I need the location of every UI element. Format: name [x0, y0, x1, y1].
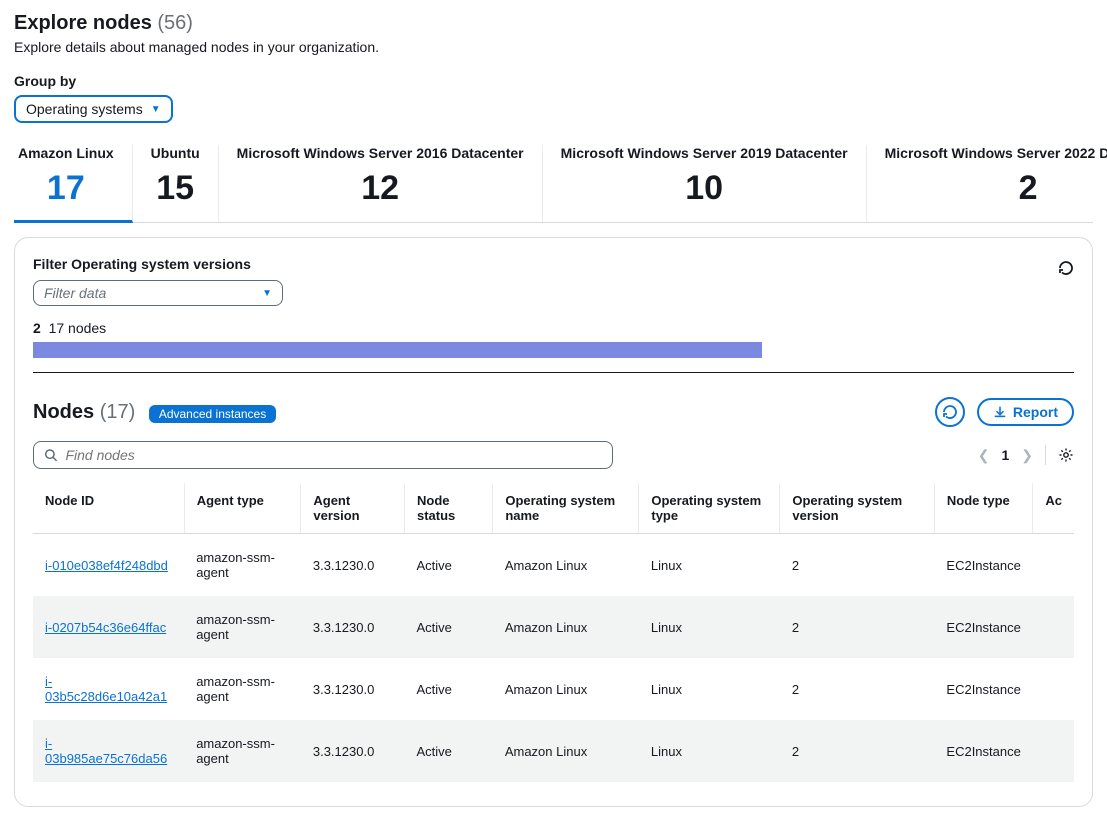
os-type: Linux: [639, 534, 780, 597]
tab-label: Microsoft Windows Server 2016 Datacenter: [237, 145, 524, 161]
os-name: Amazon Linux: [493, 658, 639, 720]
search-nodes-box[interactable]: [33, 441, 613, 469]
nodes-title: Nodes (17): [33, 401, 141, 423]
tab-value: 12: [237, 169, 524, 208]
title-count: (56): [157, 12, 193, 34]
node-type: EC2Instance: [934, 534, 1032, 597]
filter-placeholder: Filter data: [44, 285, 106, 301]
agent-type: amazon-ssm-agent: [184, 720, 301, 782]
search-input[interactable]: [65, 447, 602, 463]
tab-label: Microsoft Windows Server 2019 Datacenter: [561, 145, 848, 161]
refresh-icon[interactable]: [1058, 260, 1074, 276]
tab-value: 15: [151, 169, 200, 208]
current-page: 1: [1001, 447, 1009, 463]
nodes-table: Node IDAgent typeAgent versionNode statu…: [33, 483, 1074, 782]
table-row: i-03b985ae75c76da56 amazon-ssm-agent3.3.1…: [33, 720, 1074, 782]
report-button[interactable]: Report: [977, 398, 1074, 426]
os-version: 2: [780, 596, 935, 658]
os-name: Amazon Linux: [493, 596, 639, 658]
node-id-link[interactable]: i-03b5c28d6e10a42a1: [45, 674, 167, 704]
tab-amazon-linux[interactable]: Amazon Linux 17: [14, 145, 133, 223]
page-title: Explore nodes (56): [14, 12, 1093, 35]
agent-version: 3.3.1230.0: [301, 720, 405, 782]
summary-text: 2 17 nodes: [33, 320, 1074, 336]
tab-ubuntu[interactable]: Ubuntu 15: [133, 145, 219, 222]
tab-microsoft-windows-server-2022-datacenter[interactable]: Microsoft Windows Server 2022 Datacenter…: [867, 145, 1107, 222]
agent-version: 3.3.1230.0: [301, 596, 405, 658]
groupby-dropdown[interactable]: Operating systems ▼: [14, 95, 173, 123]
column-header[interactable]: Node status: [405, 483, 493, 534]
agent-version: 3.3.1230.0: [301, 658, 405, 720]
node-status: Active: [405, 596, 493, 658]
node-status: Active: [405, 720, 493, 782]
tab-label: Amazon Linux: [18, 145, 114, 161]
agent-version: 3.3.1230.0: [301, 534, 405, 597]
refresh-button[interactable]: [935, 397, 965, 427]
download-icon: [993, 405, 1007, 419]
agent-type: amazon-ssm-agent: [184, 596, 301, 658]
tab-value: 2: [885, 169, 1107, 208]
agent-type: amazon-ssm-agent: [184, 658, 301, 720]
node-id-link[interactable]: i-0207b54c36e64ffac: [45, 620, 166, 635]
os-name: Amazon Linux: [493, 534, 639, 597]
os-version: 2: [780, 534, 935, 597]
summary-count: 17 nodes: [49, 320, 107, 336]
node-status: Active: [405, 534, 493, 597]
column-header[interactable]: Agent version: [301, 483, 405, 534]
os-type: Linux: [639, 658, 780, 720]
refresh-icon: [942, 404, 958, 420]
tab-microsoft-windows-server-2019-datacenter[interactable]: Microsoft Windows Server 2019 Datacenter…: [543, 145, 867, 222]
os-version: 2: [780, 658, 935, 720]
prev-page[interactable]: ❮: [978, 447, 990, 464]
advanced-instances-badge: Advanced instances: [149, 405, 276, 423]
caret-down-icon: ▼: [262, 288, 272, 299]
column-header[interactable]: Node ID: [33, 483, 184, 534]
filter-dropdown[interactable]: Filter data ▼: [33, 280, 283, 306]
column-header[interactable]: Agent type: [184, 483, 301, 534]
page-subtitle: Explore details about managed nodes in y…: [14, 39, 1093, 55]
table-row: i-0207b54c36e64ffac amazon-ssm-agent3.3.1…: [33, 596, 1074, 658]
column-header[interactable]: Operating system version: [780, 483, 935, 534]
caret-down-icon: ▼: [151, 104, 161, 115]
node-status: Active: [405, 658, 493, 720]
next-page[interactable]: ❯: [1021, 447, 1033, 464]
tab-value: 10: [561, 169, 848, 208]
tab-label: Ubuntu: [151, 145, 200, 161]
node-type: EC2Instance: [934, 720, 1032, 782]
column-header[interactable]: Node type: [934, 483, 1032, 534]
column-header[interactable]: Operating system type: [639, 483, 780, 534]
agent-type: amazon-ssm-agent: [184, 534, 301, 597]
os-name: Amazon Linux: [493, 720, 639, 782]
groupby-value: Operating systems: [26, 101, 143, 117]
search-icon: [44, 448, 57, 462]
os-type: Linux: [639, 596, 780, 658]
summary-version: 2: [33, 320, 41, 336]
column-header[interactable]: Ac: [1033, 483, 1074, 534]
node-type: EC2Instance: [934, 658, 1032, 720]
table-row: i-010e038ef4f248dbd amazon-ssm-agent3.3.1…: [33, 534, 1074, 597]
title-text: Explore nodes: [14, 12, 152, 34]
tab-label: Microsoft Windows Server 2022 Datacenter: [885, 145, 1107, 161]
tab-value: 17: [18, 169, 114, 208]
column-header[interactable]: Operating system name: [493, 483, 639, 534]
filter-title: Filter Operating system versions: [33, 256, 283, 272]
summary-bar: [33, 342, 1074, 358]
table-row: i-03b5c28d6e10a42a1 amazon-ssm-agent3.3.1…: [33, 658, 1074, 720]
node-id-link[interactable]: i-010e038ef4f248dbd: [45, 558, 168, 573]
tab-microsoft-windows-server-2016-datacenter[interactable]: Microsoft Windows Server 2016 Datacenter…: [219, 145, 543, 222]
settings-icon[interactable]: [1058, 447, 1074, 463]
groupby-label: Group by: [14, 73, 1093, 89]
os-type: Linux: [639, 720, 780, 782]
node-type: EC2Instance: [934, 596, 1032, 658]
node-id-link[interactable]: i-03b985ae75c76da56: [45, 736, 167, 766]
os-version: 2: [780, 720, 935, 782]
